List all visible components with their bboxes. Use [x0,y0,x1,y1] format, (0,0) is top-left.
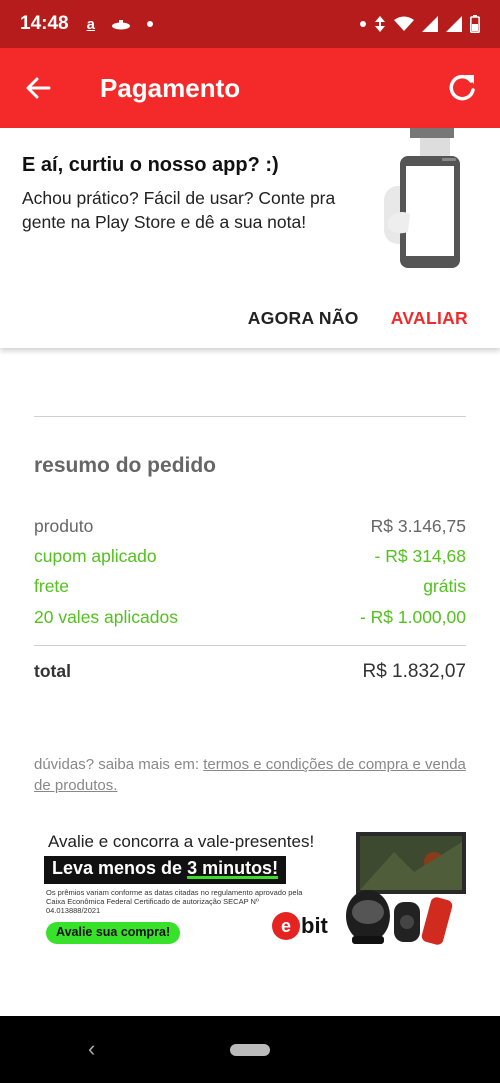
summary-row-label: produto [34,516,94,536]
total-value: R$ 1.832,07 [362,661,466,682]
banner-subheadline-highlight: 3 minutos! [187,858,279,878]
summary-row-value: - R$ 314,68 [374,546,466,566]
system-icons [360,15,480,33]
summary-row-product: produto R$ 3.146,75 [34,516,466,537]
app-bar: Pagamento [0,48,500,128]
divider [34,645,466,646]
order-summary-title: resumo do pedido [34,454,217,477]
back-button[interactable] [0,48,76,128]
banner-headline: Avalie e concorra a vale-presentes! [48,832,315,851]
dot-icon [146,21,153,27]
ebit-review-banner[interactable]: Avalie e concorra a vale-presentes! Leva… [34,826,466,954]
phone-illustration-icon [384,128,460,268]
help-text: dúvidas? saiba mais em: termos e condiçõ… [34,754,474,796]
system-nav-bar: ‹ [0,1016,500,1083]
not-now-button[interactable]: AGORA NÃO [248,308,359,329]
nav-home-handle[interactable] [230,1043,270,1056]
summary-row-shipping: frete grátis [34,576,466,597]
banner-cta-button[interactable]: Avalie sua compra! [46,922,181,944]
help-prefix: dúvidas? saiba mais em: [34,756,204,773]
divider [34,416,466,417]
rating-prompt-text: Achou prático? Fácil de usar? Conte pra … [22,188,336,232]
banner-fine-print: Os prêmios variam conforme as datas cita… [46,888,303,915]
notification-icons: a [87,16,153,33]
summary-row-label: 20 vales aplicados [34,607,178,627]
refresh-button[interactable] [424,48,500,128]
signal-icon [422,16,438,32]
summary-row-label: cupom aplicado [34,546,157,566]
summary-row-coupon: cupom aplicado - R$ 314,68 [34,546,466,567]
summary-row-value: - R$ 1.000,00 [359,607,466,627]
ebit-logo: e bit [272,912,328,940]
signal-icon [446,16,462,32]
status-bar: 14:48 a [0,0,500,48]
summary-total-row: total R$ 1.832,07 [34,661,466,683]
banner-subheadline: Leva menos de 3 minutos! [44,856,287,884]
data-saver-icon [375,16,385,32]
products-image [346,832,466,945]
rate-app-prompt: E aí, curtiu o nosso app? :) Achou práti… [0,128,500,348]
total-label: total [34,661,71,681]
battery-icon [470,15,480,33]
rate-button[interactable]: AVALIAR [391,308,468,329]
rating-actions: AGORA NÃO AVALIAR [248,308,468,329]
summary-row-value: R$ 3.146,75 [370,516,466,536]
wifi-icon [394,16,414,31]
summary-row-label: frete [34,576,70,596]
submarine-icon [111,20,130,30]
arrow-back-icon [26,77,51,99]
rating-prompt-title: E aí, curtiu o nosso app? :) [22,154,279,176]
amazon-icon: a [86,15,95,33]
dot-icon [360,21,366,27]
status-time: 14:48 [20,13,69,34]
page-title: Pagamento [100,72,241,103]
banner-subheadline-prefix: Leva menos de [52,858,188,878]
nav-back-icon[interactable]: ‹ [88,1036,95,1062]
refresh-icon [449,74,475,101]
summary-row-vouchers: 20 vales aplicados - R$ 1.000,00 [34,607,466,628]
summary-row-value: grátis [423,576,466,596]
